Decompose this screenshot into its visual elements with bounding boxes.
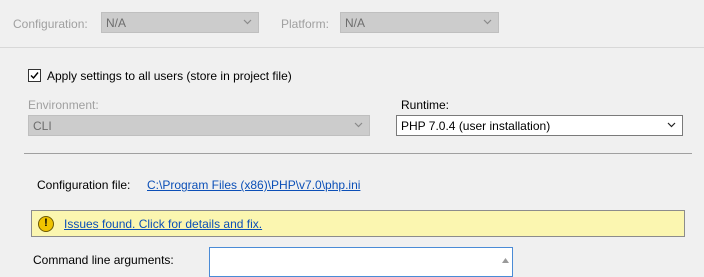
chevron-down-icon [354, 120, 363, 129]
issues-banner[interactable]: ! Issues found. Click for details and fi… [31, 210, 685, 237]
chevron-down-icon [243, 17, 252, 26]
scroll-up-arrow-icon[interactable] [502, 252, 509, 263]
issues-link[interactable]: Issues found. Click for details and fix. [64, 217, 262, 231]
command-line-label: Command line arguments: [33, 253, 174, 267]
apply-settings-checkbox[interactable] [28, 69, 41, 82]
configuration-label: Configuration: [13, 17, 88, 31]
environment-value: CLI [33, 118, 52, 133]
platform-dropdown[interactable]: N/A [340, 12, 499, 33]
configuration-dropdown[interactable]: N/A [101, 12, 259, 33]
runtime-value: PHP 7.0.4 (user installation) [401, 118, 551, 133]
environment-label: Environment: [28, 98, 99, 112]
runtime-label: Runtime: [401, 98, 450, 112]
configuration-file-label: Configuration file: [37, 178, 131, 192]
configuration-value: N/A [106, 15, 127, 30]
environment-dropdown[interactable]: CLI [28, 115, 370, 136]
section-divider [24, 153, 692, 154]
runtime-dropdown[interactable]: PHP 7.0.4 (user installation) [396, 115, 683, 136]
apply-settings-label[interactable]: Apply settings to all users (store in pr… [47, 69, 292, 83]
chevron-down-icon [667, 120, 676, 129]
exclamation-icon: ! [38, 215, 54, 232]
top-divider [0, 47, 704, 48]
platform-label: Platform: [281, 17, 330, 31]
platform-value: N/A [345, 15, 366, 30]
chevron-down-icon [483, 17, 492, 26]
checkmark-icon [30, 72, 39, 80]
command-line-input[interactable] [209, 247, 513, 277]
configuration-file-link[interactable]: C:\Program Files (x86)\PHP\v7.0\php.ini [147, 178, 360, 192]
